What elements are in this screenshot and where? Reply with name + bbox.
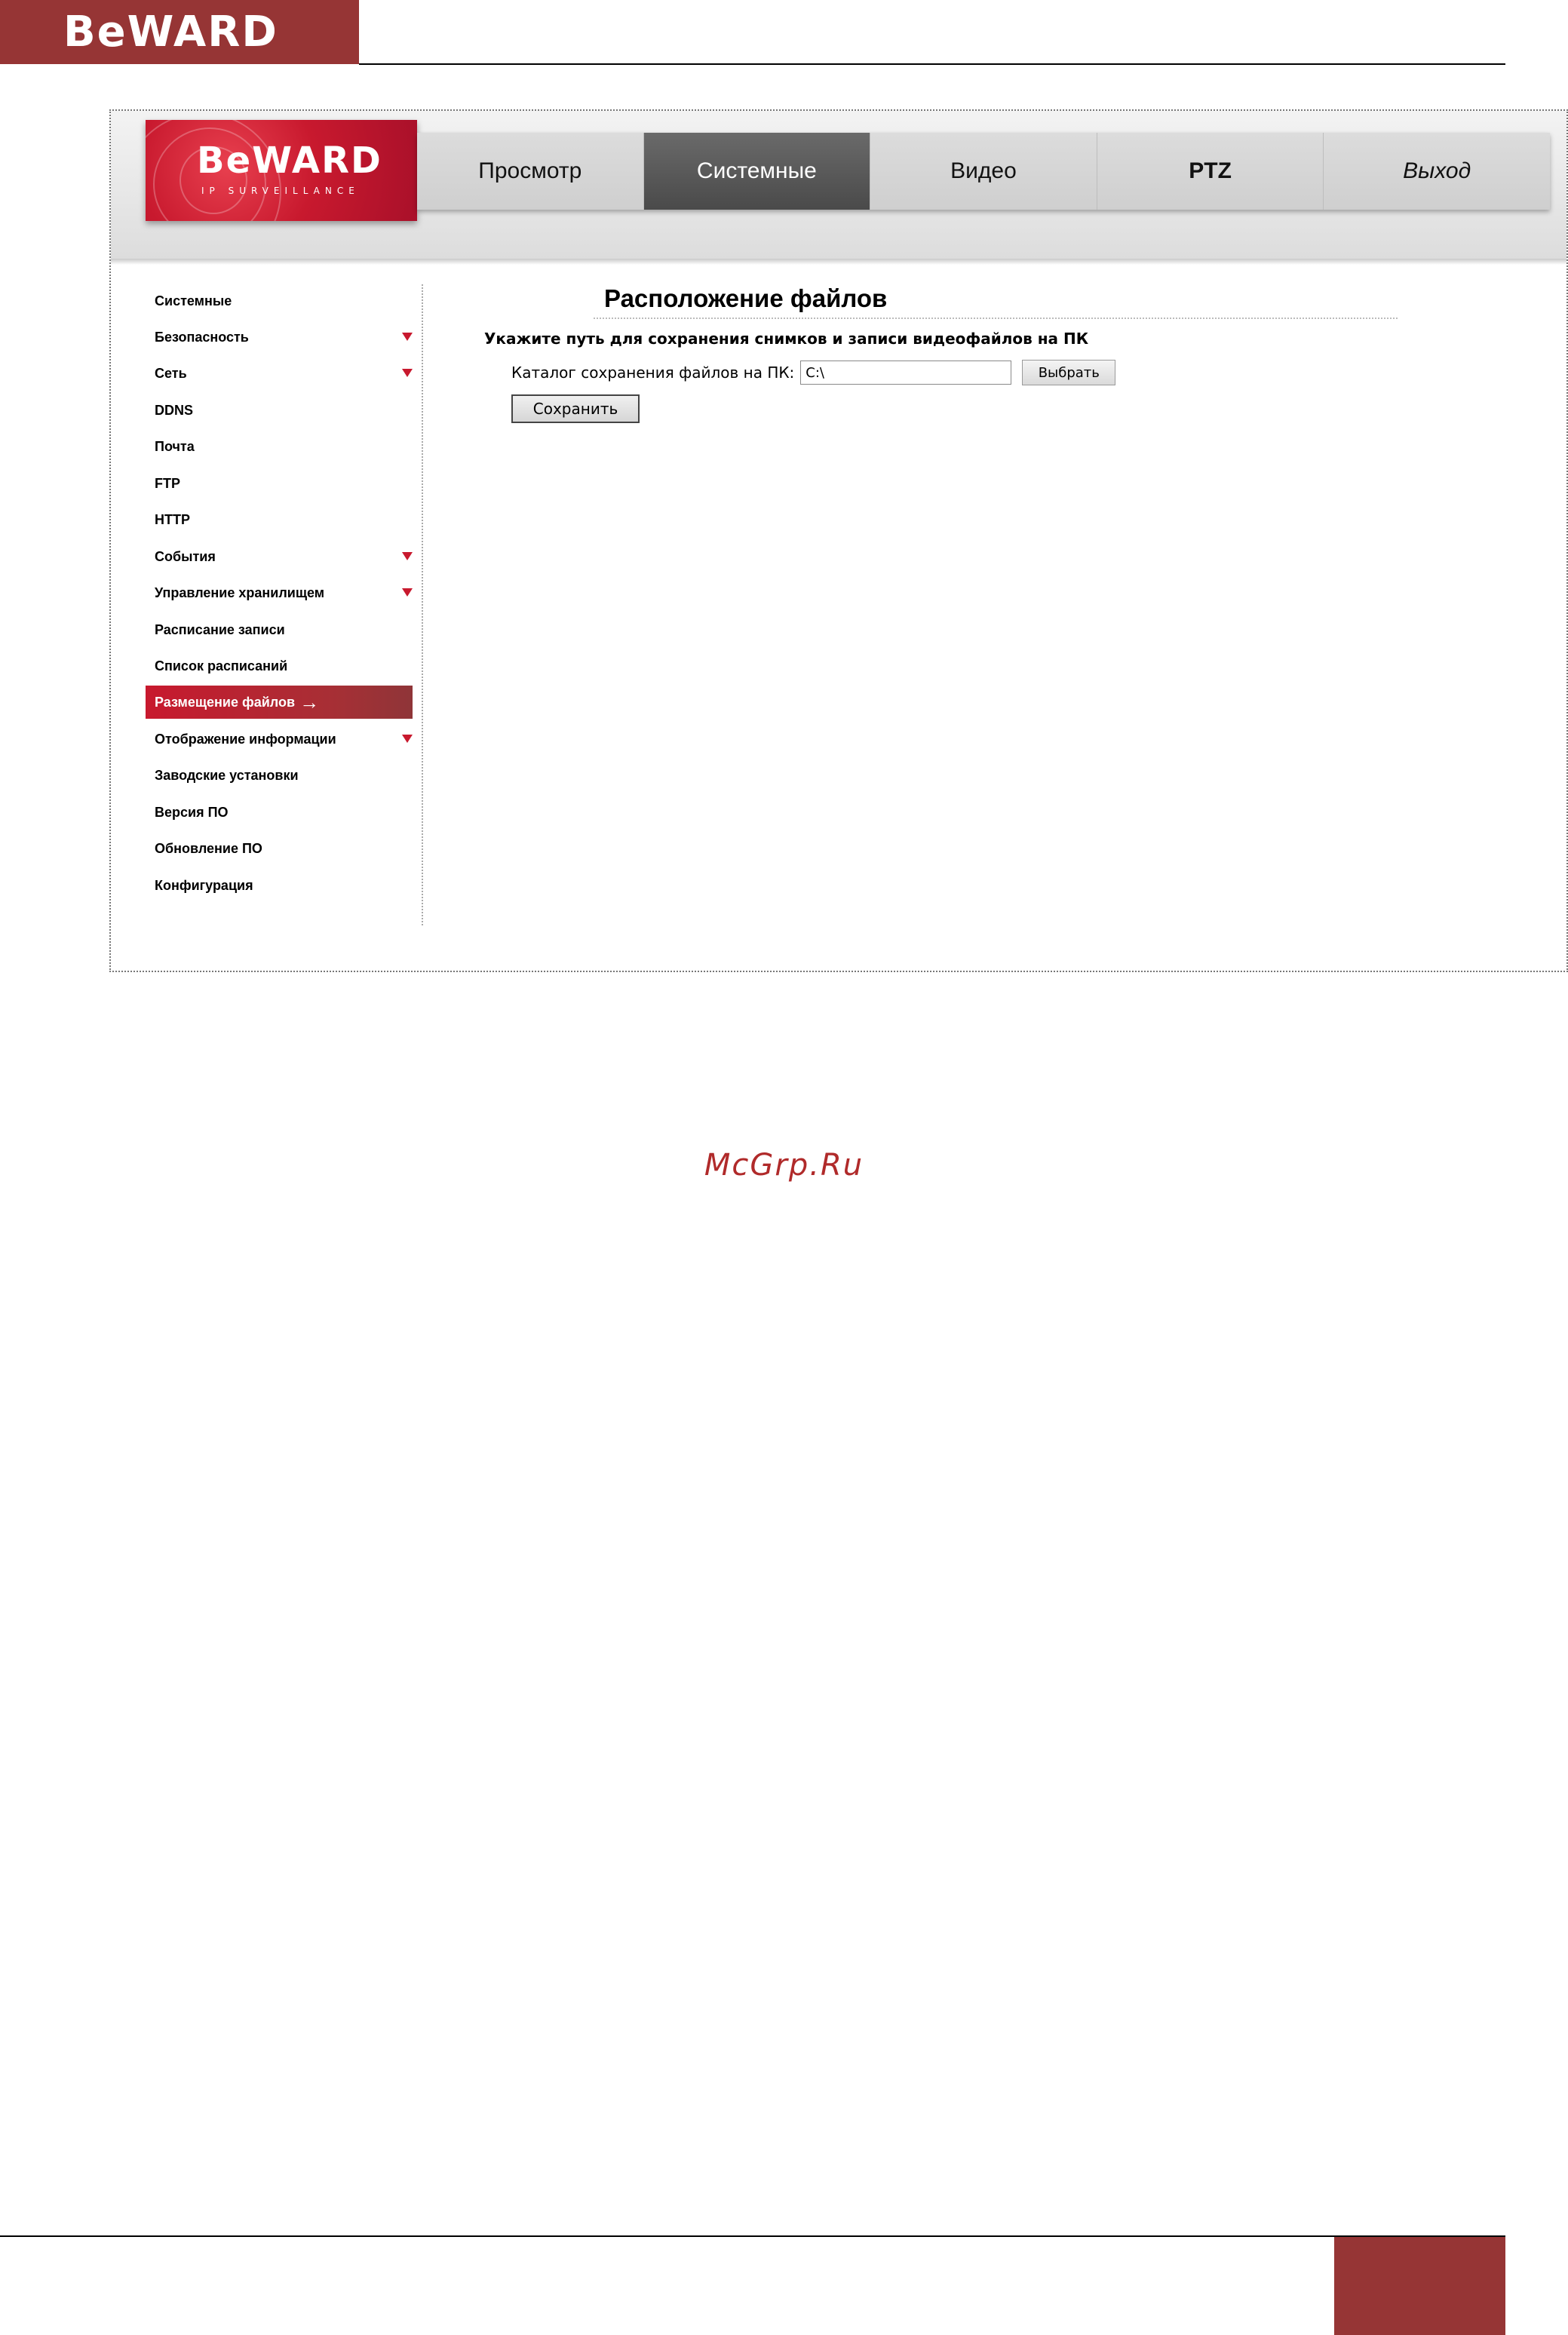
sidebar-item-firmware-update[interactable]: Обновление ПО [146,832,413,865]
tab-video[interactable]: Видео [870,133,1097,210]
page-subtitle: Укажите путь для сохранения снимков и за… [484,330,1089,348]
sidebar-item-label: Обновление ПО [155,840,262,856]
sidebar-item-label: Безопасность [155,329,249,345]
page-title: Расположение файлов [594,284,1398,319]
sidebar-item-label: DDNS [155,402,194,418]
sidebar-item-label: События [155,548,216,564]
sidebar-item-label: Сеть [155,365,187,381]
document-header-logo: BeWARD [0,0,359,64]
sidebar-item-record-schedule[interactable]: Расписание записи [146,613,413,646]
tab-ptz[interactable]: PTZ [1097,133,1324,210]
sidebar-item-ftp[interactable]: FTP [146,467,413,500]
logo-text: BeWARD [197,140,382,182]
logo-subtitle: IP SURVEILLANCE [201,186,360,196]
sidebar-item-firmware-version[interactable]: Версия ПО [146,796,413,829]
sidebar-item-label: FTP [155,475,180,491]
expand-arrow-icon [402,333,413,341]
document-header-rule [359,63,1505,65]
sidebar-item-events[interactable]: События [146,540,413,573]
sidebar-item-schedule-list[interactable]: Список расписаний [146,649,413,683]
expand-arrow-icon [402,552,413,560]
sidebar-item-label: Заводские установки [155,767,299,783]
watermark: McGrp.Ru [704,1148,864,1183]
sidebar-item-label: Почта [155,438,195,454]
sidebar-item-security[interactable]: Безопасность [146,321,413,354]
browse-button[interactable]: Выбрать [1022,360,1116,385]
path-label: Каталог сохранения файлов на ПК: [511,364,795,382]
sidebar-item-label: Отображение информации [155,731,336,747]
sidebar-item-info-display[interactable]: Отображение информации [146,723,413,756]
tab-system[interactable]: Системные [643,133,871,210]
expand-arrow-icon [402,369,413,377]
expand-arrow-icon [402,588,413,597]
sidebar-item-label: Расписание записи [155,621,285,637]
sidebar-item-ddns[interactable]: DDNS [146,394,413,427]
expand-arrow-icon [402,735,413,743]
document-logo-text: BeWARD [63,7,278,57]
tab-logout[interactable]: Выход [1324,133,1550,210]
sidebar-item-label: HTTP [155,511,190,527]
sidebar: Системные Безопасность Сеть DDNS Почта F… [146,284,423,925]
sidebar-item-factory-defaults[interactable]: Заводские установки [146,759,413,792]
sidebar-item-http[interactable]: HTTP [146,503,413,536]
sidebar-item-file-location[interactable]: Размещение файлов → [146,686,413,719]
sidebar-item-label: Версия ПО [155,804,229,820]
document-footer-block [1334,2237,1505,2335]
sidebar-item-network[interactable]: Сеть [146,357,413,390]
sidebar-item-label: Системные [155,293,232,308]
sidebar-item-system[interactable]: Системные [146,284,413,318]
sidebar-item-label: Конфигурация [155,877,253,893]
sidebar-item-configuration[interactable]: Конфигурация [146,869,413,902]
top-bar-shadow [111,259,1566,265]
sidebar-item-label: Список расписаний [155,658,288,673]
sidebar-item-storage[interactable]: Управление хранилищем [146,576,413,609]
main-nav: Просмотр Системные Видео PTZ Выход [417,133,1550,210]
path-input[interactable] [800,361,1012,385]
sidebar-item-mail[interactable]: Почта [146,430,413,463]
save-button[interactable]: Сохранить [511,394,640,423]
tab-view[interactable]: Просмотр [417,133,644,210]
beward-logo: BeWARD IP SURVEILLANCE [146,120,417,221]
arrow-right-icon: → [299,691,320,713]
sidebar-item-label: Управление хранилищем [155,585,325,600]
camera-web-interface: BeWARD IP SURVEILLANCE Просмотр Системны… [109,109,1568,972]
sidebar-item-label: Размещение файлов [155,694,296,710]
path-row: Каталог сохранения файлов на ПК: Выбрать [511,360,1116,385]
document-footer-rule [0,2235,1505,2237]
